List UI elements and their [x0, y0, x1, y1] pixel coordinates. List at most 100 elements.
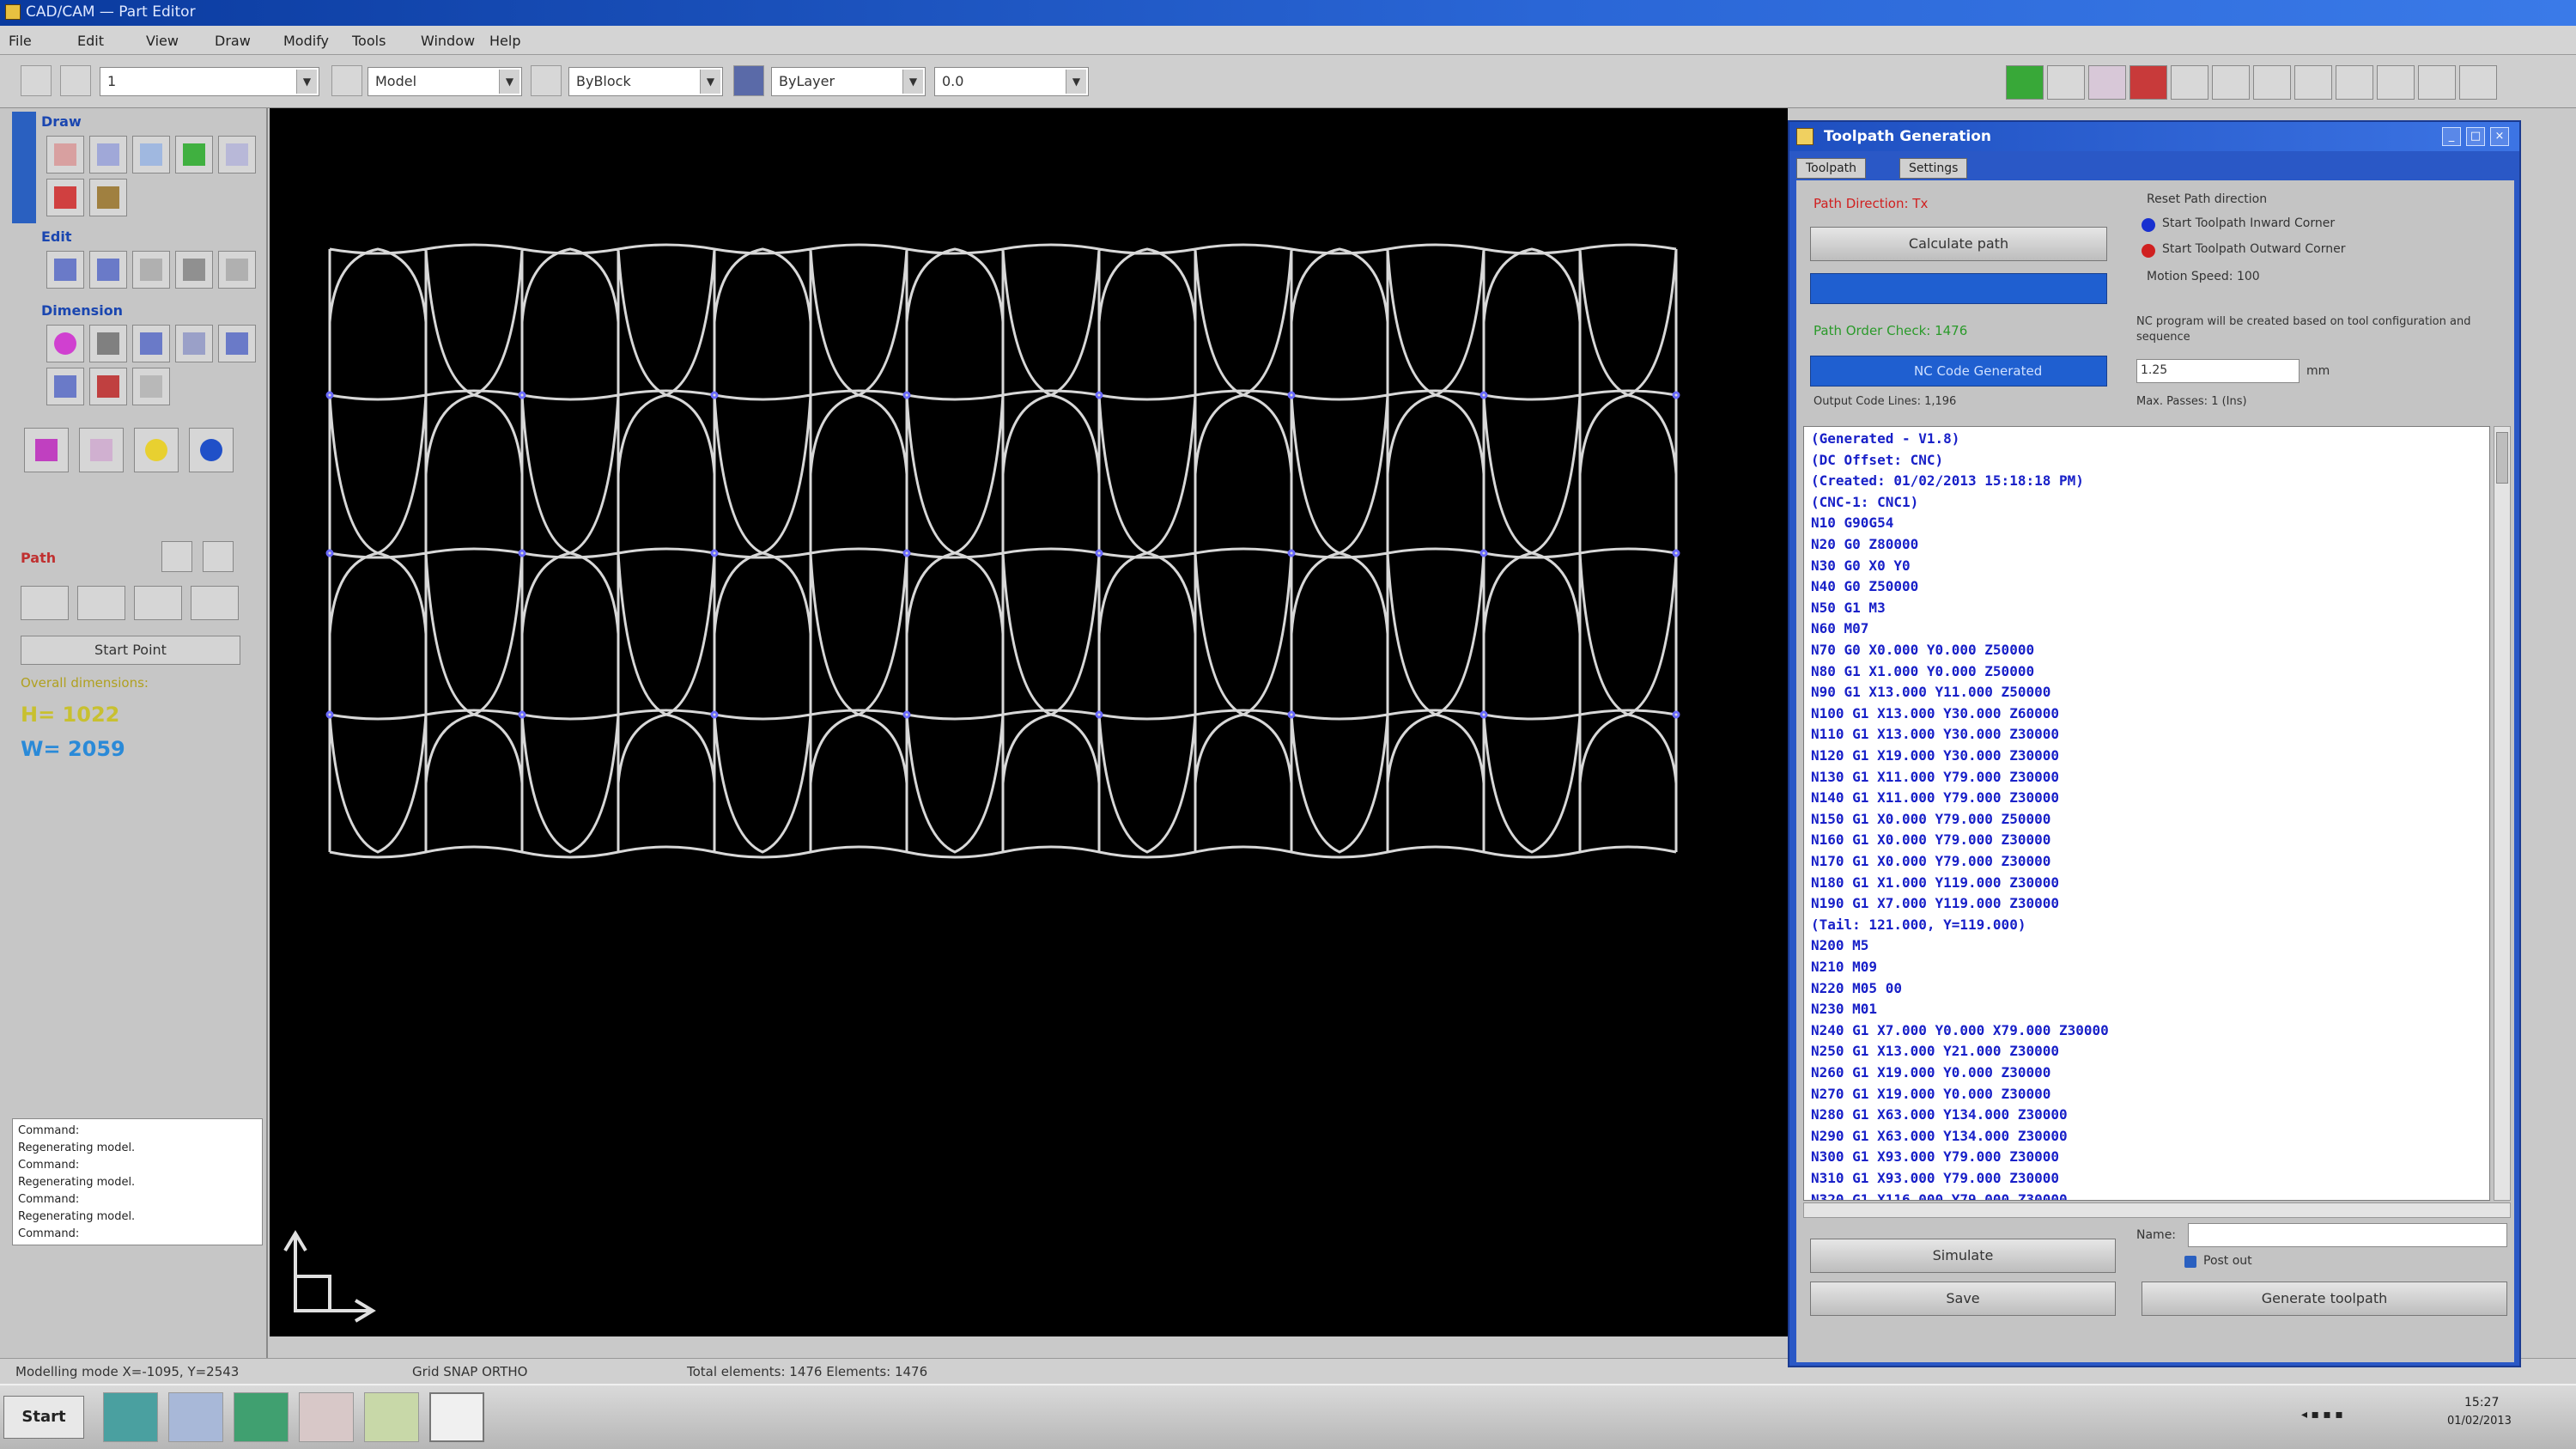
menu-window[interactable]: Window — [421, 33, 475, 49]
pan-icon[interactable] — [2294, 65, 2332, 100]
select-icon[interactable] — [46, 325, 84, 362]
status-snap[interactable]: Grid SNAP ORTHO — [412, 1364, 527, 1379]
generate-toolpath-button[interactable]: Generate toolpath — [2142, 1282, 2507, 1316]
arrow-left-icon[interactable] — [21, 586, 69, 620]
globe-icon[interactable] — [189, 428, 234, 472]
tab-toolpath[interactable]: Toolpath — [1796, 158, 1867, 179]
taskbar-app-2-icon[interactable] — [168, 1392, 223, 1442]
rotate-icon[interactable] — [175, 251, 213, 289]
polyline-tool-icon[interactable] — [89, 136, 127, 174]
bulb-icon[interactable] — [134, 428, 179, 472]
layer-off-icon[interactable] — [132, 368, 170, 405]
zoom-window-icon[interactable] — [218, 325, 256, 362]
circle-tool-icon[interactable] — [218, 136, 256, 174]
refresh-icon[interactable] — [2006, 65, 2044, 100]
measurement-label: Overall dimensions: — [21, 675, 149, 691]
print-icon[interactable] — [2047, 65, 2085, 100]
nc-code-line: N30 G0 X0 Y0 — [1811, 557, 1911, 574]
help-icon[interactable] — [2418, 65, 2456, 100]
menu-draw[interactable]: Draw — [215, 33, 251, 49]
zoom-in-icon[interactable] — [132, 325, 170, 362]
redo-icon[interactable] — [89, 251, 127, 289]
arrow-down-icon[interactable] — [134, 586, 182, 620]
calculate-path-button[interactable]: Calculate path — [1810, 227, 2107, 261]
nc-code-line: N140 G1 X11.000 Y79.000 Z30000 — [1811, 789, 2059, 807]
menu-tools[interactable]: Tools — [352, 33, 386, 49]
palette-icon[interactable] — [2088, 65, 2126, 100]
grid-icon[interactable] — [2212, 65, 2250, 100]
taskbar-app-4-icon[interactable] — [299, 1392, 354, 1442]
code-horizontal-scrollbar[interactable] — [1803, 1202, 2511, 1218]
hatch-tool-icon[interactable] — [89, 179, 127, 216]
layers-icon[interactable] — [2336, 65, 2373, 100]
spline-tool-icon[interactable] — [175, 136, 213, 174]
zoom-out-icon[interactable] — [175, 325, 213, 362]
taskbar-app-5-icon[interactable] — [364, 1392, 419, 1442]
text-tool-icon[interactable] — [46, 179, 84, 216]
nc-code-view[interactable]: (Generated - V1.8) (DC Offset: CNC) (Creat… — [1803, 426, 2490, 1201]
move-icon[interactable] — [132, 251, 170, 289]
stop-icon[interactable] — [2129, 65, 2167, 100]
layer-combo[interactable]: 1 ▼ — [100, 67, 319, 96]
new-file-icon[interactable] — [21, 65, 52, 96]
space-combo[interactable]: Model ▼ — [368, 67, 522, 96]
line-tool-icon[interactable] — [46, 136, 84, 174]
scroll-thumb[interactable] — [2496, 432, 2508, 484]
undo-icon[interactable] — [46, 251, 84, 289]
offset-input[interactable]: 1.25 — [2136, 359, 2300, 383]
settings-icon[interactable] — [2459, 65, 2497, 100]
mirror-icon[interactable] — [218, 251, 256, 289]
arc-tool-icon[interactable] — [132, 136, 170, 174]
square-icon[interactable] — [79, 428, 124, 472]
path-down-icon[interactable] — [203, 541, 234, 572]
nc-code-line: N120 G1 X19.000 Y30.000 Z30000 — [1811, 747, 2059, 764]
minimize-icon[interactable]: _ — [2442, 127, 2461, 146]
section-path-label: Path — [21, 550, 57, 566]
add-point-icon[interactable] — [24, 428, 69, 472]
path-up-icon[interactable] — [161, 541, 192, 572]
log-line: Command: — [18, 1227, 80, 1240]
taskbar-app-3-icon[interactable] — [234, 1392, 289, 1442]
menu-modify[interactable]: Modify — [283, 33, 329, 49]
taskbar-app-1-icon[interactable] — [103, 1392, 158, 1442]
dialog-title-bar: Toolpath Generation _ □ × — [1789, 122, 2519, 151]
app-icon — [5, 4, 21, 20]
lineweight-icon[interactable] — [733, 65, 764, 96]
zoom-icon[interactable] — [2253, 65, 2291, 100]
menu-help[interactable]: Help — [489, 33, 520, 49]
radio-outward[interactable] — [2142, 244, 2155, 258]
tool-icon[interactable] — [2171, 65, 2208, 100]
drawing-canvas[interactable] — [270, 108, 1788, 1336]
name-input[interactable] — [2188, 1223, 2507, 1247]
menu-edit[interactable]: Edit — [77, 33, 104, 49]
name-label: Name: — [2136, 1228, 2177, 1242]
linetype-combo[interactable]: ByBlock ▼ — [568, 67, 723, 96]
menu-view[interactable]: View — [146, 33, 179, 49]
simulate-button[interactable]: Simulate — [1810, 1239, 2116, 1273]
trim-icon[interactable] — [89, 325, 127, 362]
side-tab[interactable] — [12, 112, 36, 223]
post-out-checkbox[interactable] — [2184, 1256, 2196, 1268]
arrow-up-icon[interactable] — [77, 586, 125, 620]
arrow-right-icon[interactable] — [191, 586, 239, 620]
scale-combo[interactable]: 0.0 ▼ — [934, 67, 1089, 96]
explode-icon[interactable] — [89, 368, 127, 405]
open-file-icon[interactable] — [60, 65, 91, 96]
menu-file[interactable]: File — [9, 33, 32, 49]
tray-icons[interactable]: ◂ ▪ ▪ ▪ — [2301, 1408, 2343, 1422]
tab-settings[interactable]: Settings — [1899, 158, 1968, 179]
taskbar-app-6-icon[interactable] — [429, 1392, 484, 1442]
start-point-button[interactable]: Start Point — [21, 636, 240, 665]
maximize-icon[interactable]: □ — [2466, 127, 2485, 146]
close-icon[interactable]: × — [2490, 127, 2509, 146]
color-icon[interactable] — [531, 65, 562, 96]
code-vertical-scrollbar[interactable] — [2494, 426, 2511, 1201]
layer-icon[interactable] — [331, 65, 362, 96]
save-button[interactable]: Save — [1810, 1282, 2116, 1316]
lineweight-combo[interactable]: ByLayer ▼ — [771, 67, 926, 96]
radio-inward[interactable] — [2142, 218, 2155, 232]
start-button[interactable]: Start — [3, 1396, 84, 1439]
nc-code-line: N300 G1 X93.000 Y79.000 Z30000 — [1811, 1148, 2059, 1166]
zoom-all-icon[interactable] — [46, 368, 84, 405]
measure-icon[interactable] — [2377, 65, 2415, 100]
